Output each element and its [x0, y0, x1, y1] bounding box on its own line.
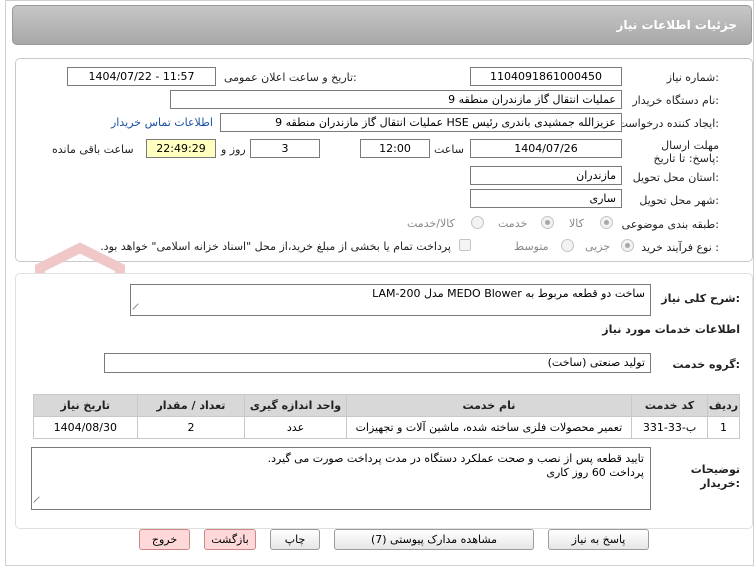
announce-datetime-field: 1404/07/22 - 11:57: [67, 67, 216, 86]
need-number-field: 1104091861000450: [470, 67, 622, 86]
cell-service-code: ب-33-331: [631, 416, 709, 439]
buyer-notes-line-2: پرداخت 60 روز کاری: [546, 466, 644, 479]
col-header-unit: واحد اندازه گیری: [244, 394, 347, 417]
buyer-notes-field: تایید قطعه پس از نصب و صحت عملکرد دستگاه…: [31, 447, 651, 510]
category-option-goods: کالا: [569, 217, 584, 230]
summary-field: ساخت دو قطعه مربوط به MEDO Blower مدل LA…: [130, 284, 651, 316]
view-attachments-button[interactable]: مشاهده مدارک پیوستی (7): [334, 529, 534, 550]
service-group-field: تولید صنعتی (ساخت): [104, 353, 651, 373]
cell-quantity: 2: [136, 416, 246, 439]
deadline-date-field: 1404/07/26: [470, 139, 622, 158]
buyer-notes-label: توضیحات خریدار:: [690, 463, 740, 490]
announce-label: تاریخ و ساعت اعلان عمومی:: [224, 71, 357, 84]
category-radio-goods[interactable]: [600, 216, 613, 229]
cell-service-name: تعمیر محصولات فلزی ساخته شده، ماشین آلات…: [345, 416, 633, 439]
buyer-org-field: عملیات انتقال گاز مازندران منطقه 9: [170, 90, 622, 109]
col-header-need-date: تاریخ نیاز: [33, 394, 138, 417]
process-option-minor: جزیی: [585, 240, 611, 253]
category-option-goods-service: کالا/خدمت: [407, 217, 455, 230]
col-header-quantity: تعداد / مقدار: [136, 394, 246, 417]
process-radio-minor[interactable]: [621, 239, 634, 252]
col-header-service-code: کد خدمت: [631, 394, 709, 417]
cell-unit: عدد: [244, 416, 347, 439]
process-label: نوع فرآیند خرید :: [641, 241, 719, 254]
category-radio-service[interactable]: [541, 216, 554, 229]
col-header-service-name: نام خدمت: [345, 394, 633, 417]
summary-label: شرح کلی نیاز:: [661, 292, 740, 305]
table-row: 1 ب-33-331 تعمیر محصولات فلزی ساخته شده،…: [33, 416, 740, 439]
print-button[interactable]: چاپ: [270, 529, 320, 550]
reply-button[interactable]: پاسخ به نیاز: [548, 529, 649, 550]
exit-button[interactable]: خروج: [139, 529, 190, 550]
remaining-label: ساعت باقی مانده: [52, 143, 134, 156]
buyer-org-label: نام دستگاه خریدار:: [632, 94, 719, 107]
city-field: ساری: [470, 189, 622, 208]
payment-note: پرداخت تمام یا بخشی از مبلغ خرید،از محل …: [100, 240, 451, 253]
remaining-time-field: 22:49:29: [146, 139, 216, 158]
cell-row-number: 1: [707, 416, 740, 439]
col-header-row-number: ردیف: [707, 394, 740, 417]
process-option-medium: متوسط: [514, 240, 549, 253]
title-bar: جزئیات اطلاعات نیاز: [12, 5, 752, 45]
back-button[interactable]: بازگشت: [204, 529, 256, 550]
services-section-title: اطلاعات خدمات مورد نیاز: [602, 323, 740, 336]
city-label: شهر محل تحویل:: [639, 194, 719, 207]
days-label: روز و: [221, 143, 246, 156]
buyer-contact-link[interactable]: اطلاعات تماس خریدار: [111, 116, 213, 129]
category-option-service: خدمت: [498, 217, 528, 230]
summary-text: ساخت دو قطعه مربوط به MEDO Blower مدل LA…: [372, 287, 645, 300]
creator-field: عزیزالله جمشیدی باندری رئیس HSE عملیات ا…: [220, 113, 622, 132]
buyer-notes-line-1: تایید قطعه پس از نصب و صحت عملکرد دستگاه…: [267, 452, 644, 465]
category-label: طبقه بندی موضوعی:: [621, 218, 719, 231]
category-radio-goods-service[interactable]: [471, 216, 484, 229]
treasury-payment-checkbox[interactable]: [459, 239, 471, 251]
need-number-label: شماره نیاز:: [666, 71, 719, 84]
services-table: ردیف کد خدمت نام خدمت واحد اندازه گیری ت…: [33, 394, 740, 439]
creator-label: ایجاد کننده درخواست:: [617, 117, 719, 130]
deadline-time-field: 12:00: [360, 139, 430, 158]
days-field: 3: [250, 139, 320, 158]
deadline-label: مهلت ارسال پاسخ: تا تاریخ:: [653, 139, 719, 165]
process-radio-medium[interactable]: [561, 239, 574, 252]
province-field: مازندران: [470, 166, 622, 185]
province-label: استان محل تحویل:: [632, 171, 719, 184]
page-title: جزئیات اطلاعات نیاز: [616, 18, 737, 32]
deadline-time-label: ساعت: [434, 143, 464, 156]
service-group-label: گروه خدمت:: [672, 358, 740, 371]
table-header-row: ردیف کد خدمت نام خدمت واحد اندازه گیری ت…: [33, 394, 740, 417]
cell-need-date: 1404/08/30: [33, 416, 138, 439]
